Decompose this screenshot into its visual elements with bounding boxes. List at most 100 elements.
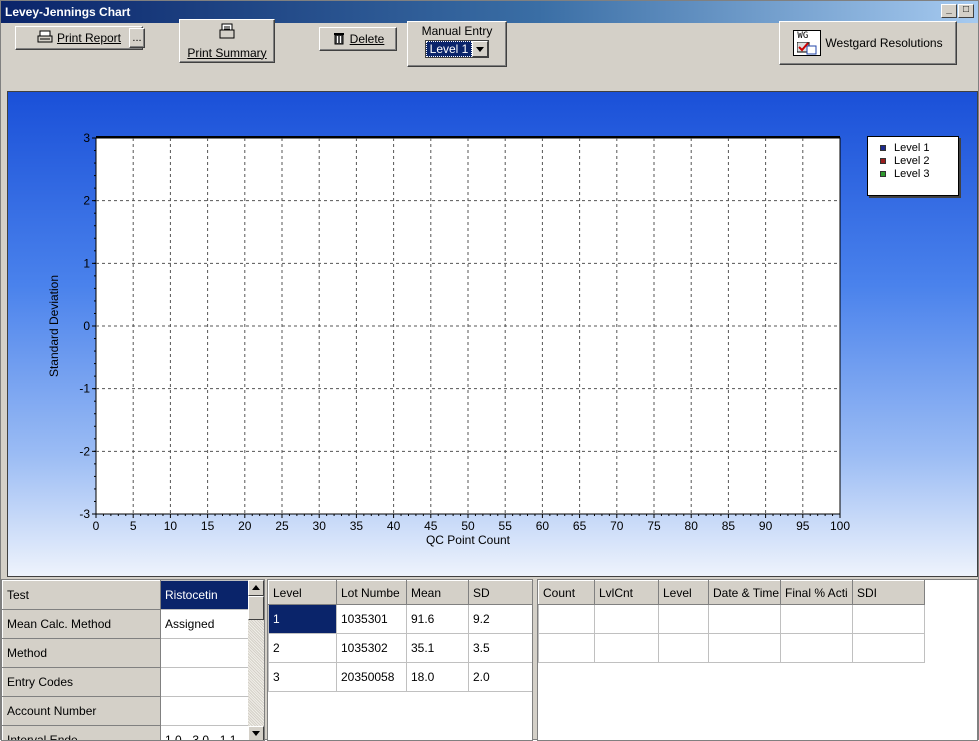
table-cell[interactable]: 35.1: [407, 634, 469, 663]
level-select[interactable]: Level 1: [425, 40, 490, 58]
table-cell[interactable]: 9.2: [469, 605, 534, 634]
properties-grid: TestRistocetinMean Calc. MethodAssignedM…: [1, 579, 265, 741]
print-report-label: Print Report: [57, 31, 121, 45]
levels-column-header[interactable]: SD: [469, 581, 534, 605]
table-cell[interactable]: [709, 605, 781, 634]
x-tick-label: 40: [387, 519, 401, 533]
print-summary-button[interactable]: Print Summary: [179, 19, 275, 63]
table-cell[interactable]: 91.6: [407, 605, 469, 634]
table-row[interactable]: [539, 634, 925, 663]
property-label: Account Number: [3, 697, 161, 726]
table-cell[interactable]: [709, 634, 781, 663]
results-column-header[interactable]: SDI: [853, 581, 925, 605]
levels-column-header[interactable]: Mean: [407, 581, 469, 605]
x-tick-label: 85: [722, 519, 736, 533]
legend-swatch-level-2: [880, 158, 886, 164]
property-row: Account Number: [3, 697, 249, 726]
y-tick-label: -2: [79, 444, 90, 458]
property-value[interactable]: 1.0 - 3.0 - 1.1: [161, 726, 249, 741]
table-cell[interactable]: 2: [269, 634, 337, 663]
manual-entry-group: Manual Entry Level 1: [407, 21, 507, 67]
y-tick-label: 0: [83, 319, 90, 333]
window-title: Levey-Jennings Chart: [5, 5, 130, 19]
x-tick-label: 50: [461, 519, 475, 533]
table-cell[interactable]: 1035301: [337, 605, 407, 634]
properties-scrollbar[interactable]: [248, 580, 264, 741]
x-tick-label: 30: [313, 519, 327, 533]
legend-item-level-1: Level 1: [872, 141, 954, 154]
table-cell[interactable]: [595, 634, 659, 663]
table-cell[interactable]: [781, 634, 853, 663]
table-row[interactable]: 1103530191.69.2: [269, 605, 534, 634]
table-cell[interactable]: [659, 605, 709, 634]
minimize-button[interactable]: _: [941, 4, 957, 18]
x-tick-label: 25: [275, 519, 289, 533]
table-cell[interactable]: 3: [269, 663, 337, 692]
x-tick-label: 55: [499, 519, 513, 533]
property-value[interactable]: Ristocetin: [161, 581, 249, 610]
trash-icon: [332, 31, 346, 48]
table-cell[interactable]: 2.0: [469, 663, 534, 692]
delete-button[interactable]: Delete: [319, 27, 397, 51]
legend-label: Level 2: [894, 155, 929, 167]
table-cell[interactable]: [539, 605, 595, 634]
table-cell[interactable]: [781, 605, 853, 634]
table-cell[interactable]: 18.0: [407, 663, 469, 692]
scroll-thumb[interactable]: [248, 596, 264, 620]
property-value[interactable]: [161, 668, 249, 697]
legend-item-level-3: Level 3: [872, 167, 954, 180]
toolbar: Print Report ... Print Summary Delete Ma…: [1, 23, 978, 91]
results-column-header[interactable]: LvlCnt: [595, 581, 659, 605]
table-row[interactable]: 32035005818.02.0: [269, 663, 534, 692]
scroll-down-icon[interactable]: [248, 726, 264, 741]
property-value[interactable]: [161, 697, 249, 726]
x-tick-label: 95: [796, 519, 810, 533]
table-cell[interactable]: 3.5: [469, 634, 534, 663]
legend-swatch-level-1: [880, 145, 886, 151]
table-row[interactable]: 2103530235.13.5: [269, 634, 534, 663]
properties-table: TestRistocetinMean Calc. MethodAssignedM…: [2, 580, 249, 741]
print-report-options-button[interactable]: ...: [129, 28, 145, 48]
levels-column-header[interactable]: Lot Numbe: [337, 581, 407, 605]
levels-column-header[interactable]: Level: [269, 581, 337, 605]
property-value[interactable]: Assigned: [161, 610, 249, 639]
scroll-up-icon[interactable]: [248, 580, 264, 596]
table-cell[interactable]: 1035302: [337, 634, 407, 663]
property-value[interactable]: [161, 639, 249, 668]
y-tick-label: 1: [83, 256, 90, 270]
table-cell[interactable]: [853, 634, 925, 663]
property-row: Mean Calc. MethodAssigned: [3, 610, 249, 639]
table-cell[interactable]: [853, 605, 925, 634]
results-column-header[interactable]: Count: [539, 581, 595, 605]
x-axis-label: QC Point Count: [426, 533, 511, 547]
property-row: Entry Codes: [3, 668, 249, 697]
maximize-button[interactable]: □: [958, 4, 974, 18]
x-tick-label: 60: [536, 519, 550, 533]
x-tick-label: 90: [759, 519, 773, 533]
print-report-button[interactable]: Print Report: [15, 26, 143, 50]
table-row[interactable]: [539, 605, 925, 634]
levels-grid: LevelLot NumbeMeanSD 1103530191.69.22103…: [267, 579, 533, 741]
westgard-resolutions-button[interactable]: WG Westgard Resolutions: [779, 21, 957, 65]
results-table: CountLvlCntLevelDate & TimeFinal % ActiS…: [538, 580, 925, 663]
x-tick-label: 0: [93, 519, 100, 533]
x-tick-label: 80: [685, 519, 699, 533]
title-bar: Levey-Jennings Chart _ □: [1, 1, 978, 23]
table-cell[interactable]: [595, 605, 659, 634]
table-cell[interactable]: [539, 634, 595, 663]
legend-label: Level 3: [894, 168, 929, 180]
table-cell[interactable]: 1: [269, 605, 337, 634]
westgard-icon: WG: [793, 30, 821, 56]
results-column-header[interactable]: Level: [659, 581, 709, 605]
table-cell[interactable]: 20350058: [337, 663, 407, 692]
results-column-header[interactable]: Final % Acti: [781, 581, 853, 605]
manual-entry-label[interactable]: Manual Entry: [422, 24, 493, 38]
x-tick-label: 75: [647, 519, 661, 533]
results-column-header[interactable]: Date & Time: [709, 581, 781, 605]
property-label: Test: [3, 581, 161, 610]
levels-table: LevelLot NumbeMeanSD 1103530191.69.22103…: [268, 580, 533, 692]
legend-swatch-level-3: [880, 171, 886, 177]
results-grid: CountLvlCntLevelDate & TimeFinal % ActiS…: [537, 579, 978, 741]
chevron-down-icon[interactable]: [472, 41, 488, 57]
table-cell[interactable]: [659, 634, 709, 663]
